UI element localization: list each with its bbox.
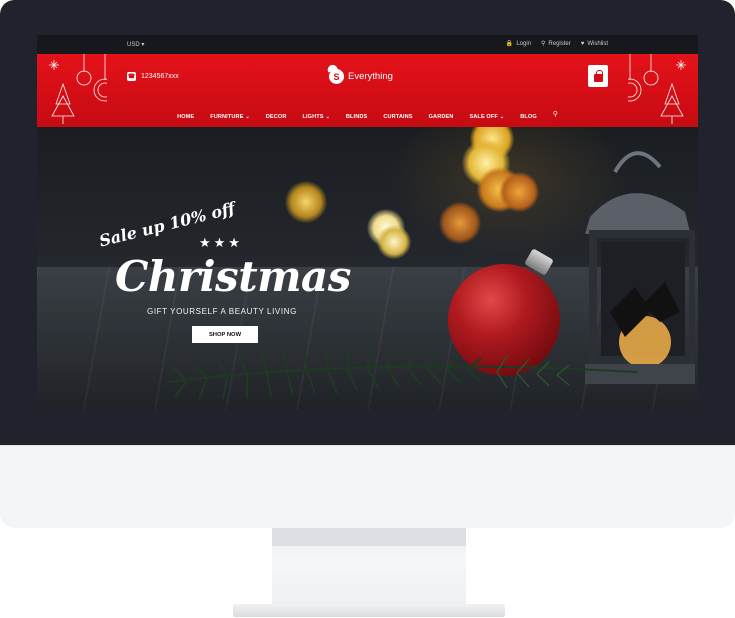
monitor-chin <box>0 445 735 528</box>
chevron-down-icon: ⌄ <box>499 114 505 120</box>
monitor: USD ▾ 🔒 Login ⚲ Register ♥ Wishlist ☎ 12… <box>0 0 735 528</box>
bokeh-light <box>439 202 481 244</box>
nav-label: FURNITURE <box>210 114 244 120</box>
nav-label: DECOR <box>265 114 287 120</box>
nav-item-decor[interactable]: DECOR <box>258 108 295 126</box>
site-logo[interactable]: S Everything <box>329 69 393 84</box>
nav-item-furniture[interactable]: FURNITURE ⌄ <box>202 108 258 126</box>
bokeh-light <box>377 225 411 259</box>
search-icon[interactable]: ⚲ <box>545 108 566 126</box>
nav-item-home[interactable]: HOME <box>169 108 202 126</box>
phone-icon: ☎ <box>127 72 136 81</box>
website-screen: USD ▾ 🔒 Login ⚲ Register ♥ Wishlist ☎ 12… <box>37 35 698 410</box>
login-label: Login <box>516 40 532 47</box>
chevron-down-icon: ⌄ <box>245 114 250 120</box>
nav-item-garden[interactable]: GARDEN <box>421 108 462 126</box>
phone-contact[interactable]: ☎ 1234567xxx <box>127 72 179 81</box>
hero-banner: Sale up 10% off ★★★ Christmas GIFT YOURS… <box>37 127 698 410</box>
login-link[interactable]: 🔒 Login <box>505 40 532 48</box>
nav-label: LIGHTS <box>302 114 324 120</box>
hero-title: Christmas <box>115 252 351 301</box>
main-nav: HOME FURNITURE ⌄ DECOR LIGHTS ⌄ BLINDS CUR… <box>37 108 698 126</box>
cart-button[interactable] <box>588 65 608 87</box>
shop-now-button[interactable]: SHOP NOW <box>192 326 258 343</box>
star-icons: ★★★ <box>199 235 243 250</box>
bokeh-light <box>499 172 539 212</box>
site-header: ☎ 1234567xxx S Everything HOME FURNITURE… <box>37 54 698 127</box>
hero-subtitle: GIFT YOURSELF A BEAUTY LIVING <box>147 307 297 316</box>
nav-item-blinds[interactable]: BLINDS <box>338 108 375 126</box>
lock-icon: 🔒 <box>505 41 514 47</box>
account-links: 🔒 Login ⚲ Register ♥ Wishlist <box>505 40 608 48</box>
monitor-stand <box>272 528 466 606</box>
nav-label: HOME <box>177 114 195 120</box>
pine-branch <box>167 344 637 400</box>
monitor-stand-base <box>233 604 505 617</box>
currency-label: USD <box>127 42 140 48</box>
chevron-down-icon: ▾ <box>141 42 145 48</box>
logo-badge: S <box>329 69 344 84</box>
wishlist-label: Wishlist <box>587 40 608 47</box>
wishlist-link[interactable]: ♥ Wishlist <box>581 40 608 47</box>
nav-item-sale-off[interactable]: SALE OFF ⌄ <box>461 108 512 126</box>
key-icon: ⚲ <box>541 41 546 47</box>
logo-text: Everything <box>348 71 393 82</box>
top-bar: USD ▾ 🔒 Login ⚲ Register ♥ Wishlist <box>37 35 698 54</box>
nav-label: BLOG <box>520 114 537 120</box>
chevron-down-icon: ⌄ <box>325 114 330 120</box>
nav-item-curtains[interactable]: CURTAINS <box>375 108 420 126</box>
shopping-bag-icon <box>593 70 603 82</box>
nav-item-blog[interactable]: BLOG <box>512 108 545 126</box>
bokeh-light <box>285 181 327 223</box>
heart-icon: ♥ <box>580 40 585 47</box>
nav-label: GARDEN <box>428 114 454 120</box>
nav-label: SALE OFF <box>469 114 498 120</box>
nav-label: BLINDS <box>345 114 368 120</box>
nav-label: CURTAINS <box>383 114 413 120</box>
currency-selector[interactable]: USD ▾ <box>127 41 144 48</box>
nav-item-lights[interactable]: LIGHTS ⌄ <box>294 108 337 126</box>
phone-number: 1234567xxx <box>141 73 179 80</box>
register-label: Register <box>548 40 571 47</box>
register-link[interactable]: ⚲ Register <box>541 40 571 48</box>
